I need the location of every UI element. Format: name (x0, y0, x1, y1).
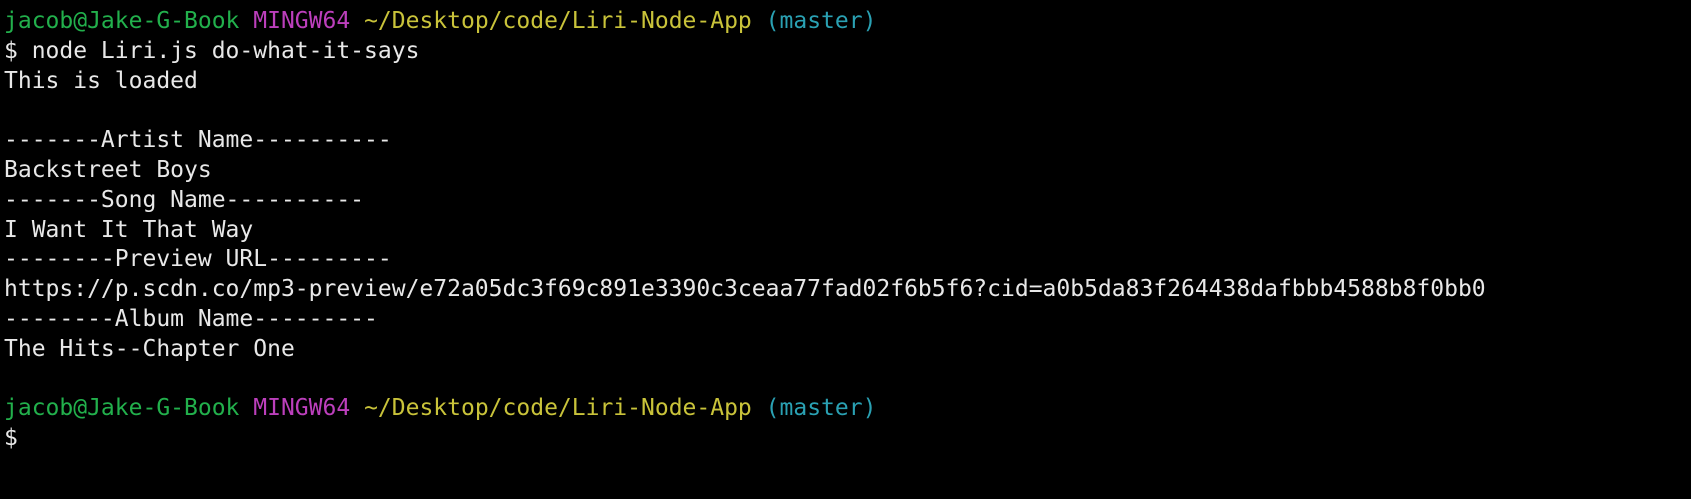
output-blank-line (4, 365, 1691, 395)
prompt-shell-name: MINGW64 (253, 8, 351, 34)
output-song-value: I Want It That Way (4, 216, 254, 243)
output-album-header: --------Album Name--------- (4, 305, 378, 332)
output-blank-line (4, 96, 1691, 126)
output-preview-header: --------Preview URL--------- (4, 246, 392, 273)
prompt-shell-name: MINGW64 (253, 395, 351, 422)
output-artist-value: Backstreet Boys (4, 156, 212, 183)
terminal-window[interactable]: jacob@Jake-G-Book MINGW64 ~/Desktop/code… (0, 0, 1691, 499)
input-prompt-symbol: $ (4, 425, 18, 452)
output-loaded-message: This is loaded (4, 67, 198, 94)
output-song-header: -------Song Name---------- (4, 186, 365, 213)
command-input-line[interactable]: $ (4, 424, 1691, 454)
prompt-user-host: jacob@Jake-G-Book (4, 395, 240, 422)
output-album-value: The Hits--Chapter One (4, 335, 295, 362)
output-preview-url: https://p.scdn.co/mp3-preview/e72a05dc3f… (4, 276, 1486, 303)
prompt-working-directory: ~/Desktop/code/Liri-Node-App (364, 8, 752, 34)
command-line: $ node Liri.js do-what-it-says (4, 37, 420, 64)
prompt-git-branch: (master) (765, 395, 877, 422)
prompt-git-branch: (master) (765, 8, 877, 34)
prompt-line-bottom: jacob@Jake-G-Book MINGW64 ~/Desktop/code… (4, 394, 1691, 424)
output-artist-header: -------Artist Name---------- (4, 127, 392, 154)
prompt-line-top: jacob@Jake-G-Book MINGW64 ~/Desktop/code… (4, 7, 1691, 37)
prompt-working-directory: ~/Desktop/code/Liri-Node-App (364, 395, 752, 422)
prompt-user-host: jacob@Jake-G-Book (4, 8, 240, 34)
